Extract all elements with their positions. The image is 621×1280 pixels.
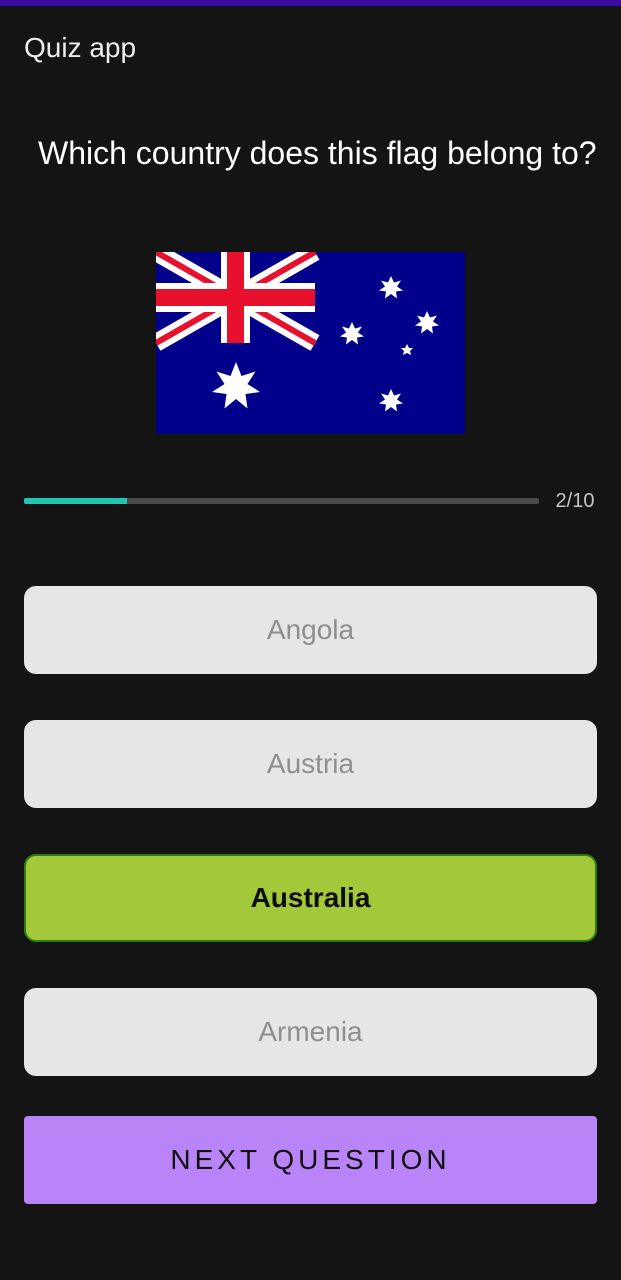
- answer-option-angola[interactable]: Angola: [24, 586, 597, 674]
- progress-fill: [24, 498, 127, 504]
- answer-option-austria[interactable]: Austria: [24, 720, 597, 808]
- status-accent-bar: [0, 0, 621, 6]
- next-question-button[interactable]: NEXT QUESTION: [24, 1116, 597, 1204]
- australia-flag-image: [156, 252, 465, 434]
- union-jack-canton: [156, 252, 320, 351]
- question-text: Which country does this flag belong to?: [38, 135, 597, 171]
- answer-option-australia[interactable]: Australia: [24, 854, 597, 942]
- progress-label: 2/10: [555, 490, 595, 512]
- answer-option-armenia[interactable]: Armenia: [24, 988, 597, 1076]
- progress-bar: [24, 498, 539, 504]
- app-title: Quiz app: [24, 32, 137, 63]
